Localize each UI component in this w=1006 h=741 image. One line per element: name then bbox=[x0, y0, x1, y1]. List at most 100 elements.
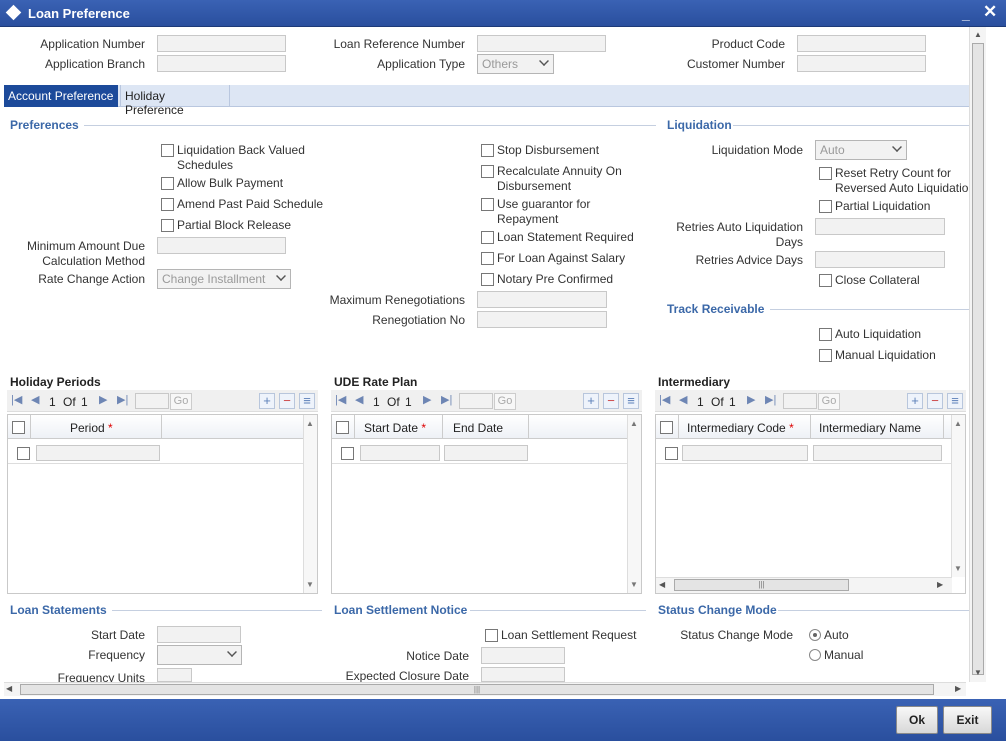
add-row-icon[interactable]: + bbox=[907, 393, 923, 409]
first-page-icon[interactable]: |◀ bbox=[335, 393, 346, 406]
holiday-page-input[interactable] bbox=[135, 393, 169, 409]
status-auto-radio[interactable] bbox=[809, 629, 821, 641]
intermediary-grid-hscroll[interactable]: ◀ ||| ▶ bbox=[656, 577, 952, 593]
list-view-icon[interactable]: ≡ bbox=[299, 393, 315, 409]
loan-settlement-request-checkbox[interactable] bbox=[485, 629, 498, 642]
delete-row-icon[interactable]: − bbox=[603, 393, 619, 409]
scroll-right-icon[interactable]: ▶ bbox=[955, 684, 961, 693]
start-date-cell-field[interactable] bbox=[360, 445, 440, 461]
renegotiation-no-field[interactable] bbox=[477, 311, 607, 328]
scroll-down-icon[interactable]: ▼ bbox=[306, 580, 314, 589]
holiday-grid-vscroll[interactable]: ▲ ▼ bbox=[303, 415, 317, 593]
prev-page-icon[interactable]: ◀ bbox=[31, 393, 39, 406]
row-checkbox[interactable] bbox=[665, 447, 678, 460]
maximum-renegotiations-field[interactable] bbox=[477, 291, 607, 308]
auto-liquidation-checkbox[interactable] bbox=[819, 328, 832, 341]
ok-button[interactable]: Ok bbox=[896, 706, 938, 734]
retries-advice-days-field[interactable] bbox=[815, 251, 945, 268]
min-amount-due-field[interactable] bbox=[157, 237, 286, 254]
holiday-go-button[interactable]: Go bbox=[170, 393, 192, 410]
start-date-field[interactable] bbox=[157, 626, 241, 643]
first-page-icon[interactable]: |◀ bbox=[659, 393, 670, 406]
loan-reference-number-field[interactable] bbox=[477, 35, 606, 52]
close-icon[interactable]: ✕ bbox=[983, 2, 997, 22]
next-page-icon[interactable]: ▶ bbox=[423, 393, 431, 406]
application-branch-field[interactable] bbox=[157, 55, 286, 72]
tab-holiday-preference[interactable]: Holiday Preference bbox=[120, 85, 230, 117]
add-row-icon[interactable]: + bbox=[259, 393, 275, 409]
recalculate-annuity-checkbox[interactable] bbox=[481, 165, 494, 178]
end-date-cell-field[interactable] bbox=[444, 445, 528, 461]
select-all-checkbox[interactable] bbox=[660, 421, 673, 434]
allow-bulk-payment-checkbox[interactable] bbox=[161, 177, 174, 190]
scroll-down-icon[interactable]: ▼ bbox=[630, 580, 638, 589]
scroll-down-icon[interactable]: ▼ bbox=[954, 564, 962, 573]
manual-liquidation-checkbox[interactable] bbox=[819, 349, 832, 362]
close-collateral-checkbox[interactable] bbox=[819, 274, 832, 287]
customer-number-field[interactable] bbox=[797, 55, 926, 72]
scroll-up-icon[interactable]: ▲ bbox=[954, 419, 962, 428]
scroll-thumb[interactable]: ||| bbox=[20, 684, 934, 695]
add-row-icon[interactable]: + bbox=[583, 393, 599, 409]
next-page-icon[interactable]: ▶ bbox=[747, 393, 755, 406]
intermediary-name-cell-field[interactable] bbox=[813, 445, 942, 461]
retries-auto-liquidation-field[interactable] bbox=[815, 218, 945, 235]
partial-liquidation-checkbox[interactable] bbox=[819, 200, 832, 213]
list-view-icon[interactable]: ≡ bbox=[947, 393, 963, 409]
tab-account-preference[interactable]: Account Preference bbox=[4, 85, 118, 107]
scroll-left-icon[interactable]: ◀ bbox=[659, 580, 665, 589]
select-all-checkbox[interactable] bbox=[12, 421, 25, 434]
loan-statement-required-checkbox[interactable] bbox=[481, 231, 494, 244]
delete-row-icon[interactable]: − bbox=[279, 393, 295, 409]
last-page-icon[interactable]: ▶| bbox=[117, 393, 128, 406]
intermediary-grid-vscroll[interactable]: ▲ ▼ bbox=[951, 415, 965, 577]
frequency-select[interactable] bbox=[157, 645, 242, 665]
delete-row-icon[interactable]: − bbox=[927, 393, 943, 409]
reset-retry-count-checkbox[interactable] bbox=[819, 167, 832, 180]
liquidation-mode-select[interactable]: Auto bbox=[815, 140, 907, 160]
intermediary-go-button[interactable]: Go bbox=[818, 393, 840, 410]
exit-button[interactable]: Exit bbox=[943, 706, 992, 734]
scroll-thumb[interactable] bbox=[972, 43, 984, 675]
scroll-up-icon[interactable]: ▲ bbox=[630, 419, 638, 428]
application-type-select[interactable]: Others bbox=[477, 54, 554, 74]
notary-pre-confirmed-checkbox[interactable] bbox=[481, 273, 494, 286]
intermediary-code-cell-field[interactable] bbox=[682, 445, 808, 461]
scroll-left-icon[interactable]: ◀ bbox=[6, 684, 12, 693]
expected-closure-date-field[interactable] bbox=[481, 667, 565, 682]
list-view-icon[interactable]: ≡ bbox=[623, 393, 639, 409]
scroll-up-icon[interactable]: ▲ bbox=[974, 30, 982, 39]
scroll-thumb[interactable]: ||| bbox=[674, 579, 849, 591]
scroll-up-icon[interactable]: ▲ bbox=[306, 419, 314, 428]
next-page-icon[interactable]: ▶ bbox=[99, 393, 107, 406]
amend-past-paid-schedule-checkbox[interactable] bbox=[161, 198, 174, 211]
use-guarantor-checkbox[interactable] bbox=[481, 198, 494, 211]
notice-date-field[interactable] bbox=[481, 647, 565, 664]
scroll-down-icon[interactable]: ▼ bbox=[974, 668, 982, 677]
ude-go-button[interactable]: Go bbox=[494, 393, 516, 410]
liquidation-back-valued-checkbox[interactable] bbox=[161, 144, 174, 157]
frequency-units-field[interactable] bbox=[157, 668, 192, 682]
rate-change-action-select[interactable]: Change Installment bbox=[157, 269, 291, 289]
select-all-checkbox[interactable] bbox=[336, 421, 349, 434]
partial-block-release-checkbox[interactable] bbox=[161, 219, 174, 232]
application-number-field[interactable] bbox=[157, 35, 286, 52]
status-manual-radio[interactable] bbox=[809, 649, 821, 661]
prev-page-icon[interactable]: ◀ bbox=[355, 393, 363, 406]
row-checkbox[interactable] bbox=[17, 447, 30, 460]
ude-page-input[interactable] bbox=[459, 393, 493, 409]
intermediary-page-input[interactable] bbox=[783, 393, 817, 409]
main-vscroll[interactable]: ▲ ▼ bbox=[969, 27, 986, 682]
ude-grid-vscroll[interactable]: ▲ ▼ bbox=[627, 415, 641, 593]
period-cell-field[interactable] bbox=[36, 445, 160, 461]
product-code-field[interactable] bbox=[797, 35, 926, 52]
last-page-icon[interactable]: ▶| bbox=[441, 393, 452, 406]
scroll-right-icon[interactable]: ▶ bbox=[937, 580, 943, 589]
main-hscroll[interactable]: ◀ ||| ▶ bbox=[4, 682, 966, 696]
for-loan-against-salary-checkbox[interactable] bbox=[481, 252, 494, 265]
prev-page-icon[interactable]: ◀ bbox=[679, 393, 687, 406]
first-page-icon[interactable]: |◀ bbox=[11, 393, 22, 406]
row-checkbox[interactable] bbox=[341, 447, 354, 460]
stop-disbursement-checkbox[interactable] bbox=[481, 144, 494, 157]
minimize-icon[interactable]: _ bbox=[962, 7, 970, 21]
